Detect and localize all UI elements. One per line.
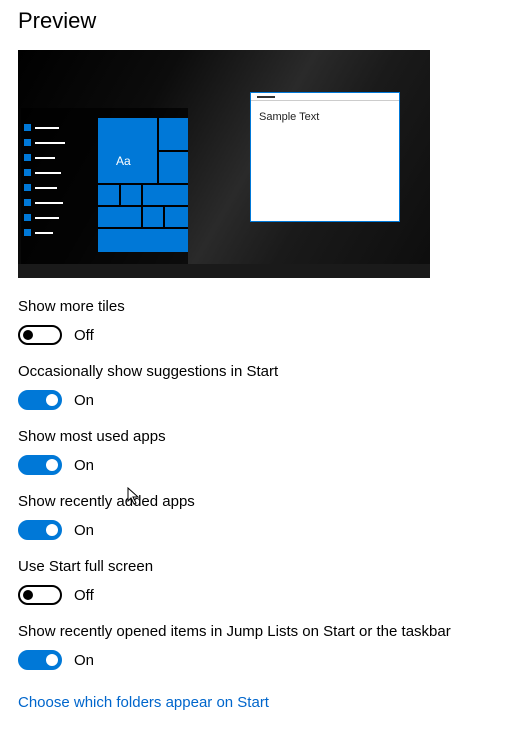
toggle-jump-lists[interactable] — [18, 650, 62, 670]
toggle-suggestions[interactable] — [18, 390, 62, 410]
label-show-more-tiles: Show more tiles — [18, 298, 506, 315]
start-preview: Aa Sample Text — [18, 50, 430, 278]
toggle-show-more-tiles[interactable] — [18, 325, 62, 345]
label-full-screen: Use Start full screen — [18, 558, 506, 575]
state-jump-lists: On — [74, 652, 94, 669]
preview-start-panel: Aa — [21, 108, 188, 264]
label-jump-lists: Show recently opened items in Jump Lists… — [18, 623, 506, 640]
label-recently-added: Show recently added apps — [18, 493, 506, 510]
state-show-more-tiles: Off — [74, 327, 94, 344]
label-most-used: Show most used apps — [18, 428, 506, 445]
toggle-recently-added[interactable] — [18, 520, 62, 540]
preview-window-text: Sample Text — [251, 101, 399, 133]
toggle-full-screen[interactable] — [18, 585, 62, 605]
state-suggestions: On — [74, 392, 94, 409]
preview-tile-label: Aa — [116, 154, 131, 168]
preview-window: Sample Text — [250, 92, 400, 222]
state-recently-added: On — [74, 522, 94, 539]
toggle-most-used[interactable] — [18, 455, 62, 475]
state-full-screen: Off — [74, 587, 94, 604]
state-most-used: On — [74, 457, 94, 474]
label-suggestions: Occasionally show suggestions in Start — [18, 363, 506, 380]
link-choose-folders[interactable]: Choose which folders appear on Start — [18, 694, 269, 711]
section-title: Preview — [18, 8, 506, 34]
preview-tiles: Aa — [98, 118, 188, 252]
